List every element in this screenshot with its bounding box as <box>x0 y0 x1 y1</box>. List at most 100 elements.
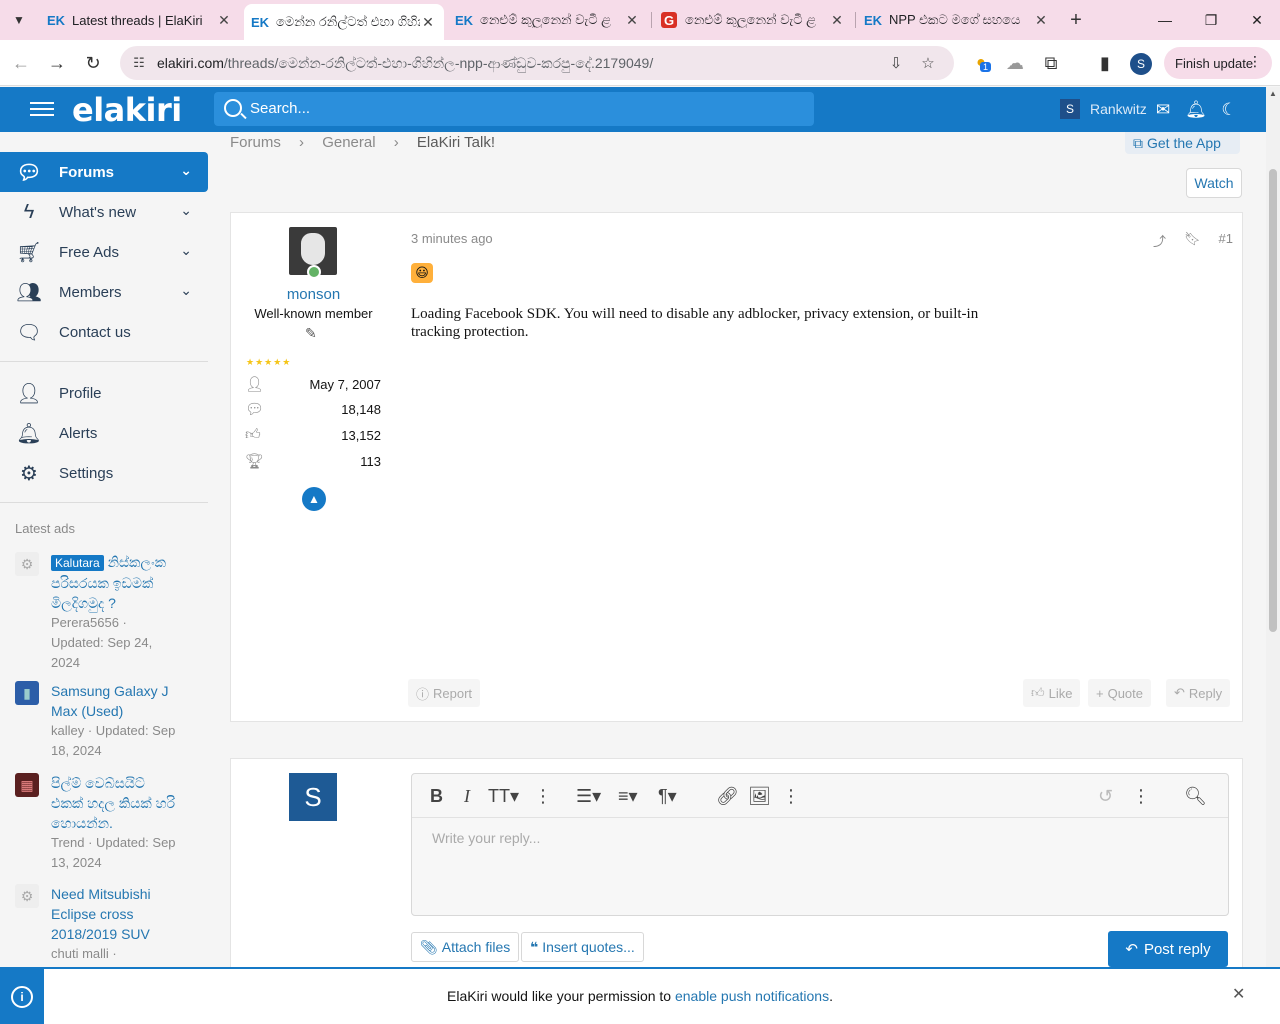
image-icon[interactable]: 🖼︎ <box>748 784 771 808</box>
ad-title[interactable]: Kalutara නිස්කලංක පරිසරයක ඉඩමක් මිලදිගමු… <box>51 552 181 613</box>
browser-tab[interactable]: EK NPP එකට මගේ සහයෙ ✕ <box>857 5 1057 35</box>
sidebar-item-members[interactable]: 👥︎ Members ⌄ <box>0 272 208 312</box>
reply-button[interactable]: ↶ Reply <box>1166 679 1231 707</box>
new-tab-button[interactable]: + <box>1064 8 1088 32</box>
hamburger-menu-icon[interactable] <box>30 99 54 119</box>
reactions-stat: 👍︎ 13,152 <box>245 426 381 443</box>
list-icon[interactable]: ☰▾ <box>576 784 601 808</box>
more-options-icon[interactable]: ⋮ <box>1132 784 1150 808</box>
list-item[interactable]: ⚙ Need Mitsubishi Eclipse cross 2018/201… <box>15 884 195 964</box>
forward-arrow-icon[interactable]: → <box>44 50 70 76</box>
sidebar-item-free-ads[interactable]: 🛒︎ Free Ads ⌄ <box>0 232 208 272</box>
install-app-icon[interactable]: ⇩ <box>885 52 907 74</box>
site-logo[interactable]: elakiri <box>72 91 182 129</box>
collapse-up-icon[interactable]: ▲ <box>302 487 326 511</box>
share-icon[interactable]: ⤴ <box>1153 231 1166 250</box>
italic-icon[interactable]: I <box>464 784 470 808</box>
quote-marks-icon: ❝ <box>530 938 539 955</box>
enable-push-link[interactable]: enable push notifications <box>675 988 829 1004</box>
bookmark-star-icon[interactable]: ☆ <box>917 52 939 74</box>
close-icon[interactable]: ✕ <box>1232 984 1245 1004</box>
close-tab-icon[interactable]: ✕ <box>829 12 845 29</box>
like-button[interactable]: 👍︎ Like <box>1023 679 1081 707</box>
sidebar-item-whats-new[interactable]: ϟ What's new ⌄ <box>0 192 208 232</box>
url-text[interactable]: elakiri.com/threads/මෙන්න-රනිල්ටත්-එහා-ග… <box>157 55 653 72</box>
user-menu[interactable]: S Rankwitz <box>1060 99 1147 119</box>
site-info-icon[interactable]: ☷ <box>130 54 148 72</box>
profile-avatar[interactable]: S <box>1130 53 1152 75</box>
close-tab-icon[interactable]: ✕ <box>1033 12 1049 29</box>
sidebar-divider <box>0 361 208 362</box>
sidebar-item-settings[interactable]: ⚙ Settings <box>0 453 208 493</box>
bookmark-icon[interactable]: 🔖︎ <box>1184 231 1201 250</box>
sidebar-item-alerts[interactable]: 🔔︎ Alerts <box>0 413 208 453</box>
sidebar-item-forums[interactable]: 💬︎ Forums ⌄ <box>0 152 208 192</box>
chevron-down-icon[interactable]: ⌄ <box>180 242 192 259</box>
address-bar[interactable]: ☷ elakiri.com/threads/මෙන්න-රනිල්ටත්-එහා… <box>120 46 954 80</box>
get-the-app-button[interactable]: ⧉ Get the App <box>1125 132 1240 154</box>
browser-tab-active[interactable]: EK මෙන්න රනිල්ටත් එහා ගිහින්ල ✕ <box>244 4 444 40</box>
search-input[interactable]: Search... <box>214 92 814 126</box>
extensions-icon[interactable]: ⧉ <box>1038 50 1064 76</box>
paragraph-icon[interactable]: ¶▾ <box>658 784 677 808</box>
ad-title[interactable]: Samsung Galaxy J Max (Used) <box>51 681 181 721</box>
sidebar-item-profile[interactable]: 👤︎ Profile <box>0 373 208 413</box>
side-panel-icon[interactable]: ▮ <box>1092 50 1118 76</box>
text-size-icon[interactable]: TT▾ <box>488 784 519 808</box>
watch-button[interactable]: Watch <box>1186 168 1242 198</box>
undo-icon[interactable]: ↺ <box>1098 784 1113 808</box>
post-timestamp[interactable]: 3 minutes ago <box>411 231 493 246</box>
breadcrumb-general[interactable]: General <box>322 134 375 151</box>
close-tab-icon[interactable]: ✕ <box>624 12 640 29</box>
more-options-icon[interactable]: ⋮ <box>782 784 800 808</box>
browser-tab[interactable]: EK Latest threads | ElaKiri ✕ <box>40 5 240 35</box>
more-menu-icon[interactable]: ⋮ <box>1248 53 1262 70</box>
dark-mode-moon-icon[interactable]: ☾ <box>1218 99 1240 121</box>
breadcrumb-forums[interactable]: Forums <box>230 134 281 151</box>
post-reply-button[interactable]: ↶ Post reply <box>1108 931 1228 967</box>
link-icon[interactable]: 🔗︎ <box>716 784 739 808</box>
inbox-envelope-icon[interactable]: ✉ <box>1152 99 1174 121</box>
quote-button[interactable]: + Quote <box>1088 679 1152 707</box>
attach-files-button[interactable]: 📎︎ Attach files <box>411 932 520 962</box>
chevron-down-icon[interactable]: ⌄ <box>180 202 192 219</box>
chevron-down-icon[interactable]: ⌄ <box>180 282 192 299</box>
preview-icon[interactable]: 🔍︎ <box>1184 784 1207 808</box>
align-icon[interactable]: ≡▾ <box>618 784 638 808</box>
tab-search-button[interactable]: ▼ <box>6 8 32 32</box>
restore-button[interactable]: ❐ <box>1188 0 1234 40</box>
finish-update-button[interactable]: Finish update ⋮ <box>1164 47 1272 79</box>
post-username[interactable]: monson <box>231 286 396 303</box>
scroll-up-arrow-icon[interactable]: ▲ <box>1269 89 1277 98</box>
list-item[interactable]: ⚙ Kalutara නිස්කලංක පරිසරයක ඉඩමක් මිලදිග… <box>15 552 195 672</box>
close-window-button[interactable]: ✕ <box>1234 0 1280 40</box>
breadcrumb-elakiri-talk[interactable]: ElaKiri Talk! <box>417 134 495 151</box>
reply-editor[interactable]: B I TT▾ ⋮ ☰▾ ≡▾ ¶▾ 🔗︎ 🖼︎ ⋮ ↺ ⋮ 🔍︎ Write … <box>411 773 1229 916</box>
list-item[interactable]: ▮ Samsung Galaxy J Max (Used) kalley · U… <box>15 681 195 761</box>
chevron-down-icon[interactable]: ⌄ <box>180 162 192 179</box>
page-scrollbar[interactable]: ▲ <box>1266 87 1280 967</box>
bold-icon[interactable]: B <box>430 784 443 808</box>
browser-tab[interactable]: G නෙළුම් කුලුනෙන් වැටී ළ ✕ <box>653 5 853 35</box>
insert-quotes-button[interactable]: ❝ Insert quotes... <box>521 932 644 962</box>
extension-icon[interactable]: ●1 <box>968 50 994 76</box>
trophy-icon: 🏆︎ <box>245 453 265 470</box>
list-item[interactable]: ▦ පිල්ම් වෙබ්සයිට් එකක් හදල කියක් හරි හො… <box>15 773 195 873</box>
paperclip-icon: 📎︎ <box>420 938 438 955</box>
browser-tab[interactable]: EK නෙළුම් කුලුනෙන් වැටී ළ ✕ <box>448 5 648 35</box>
more-options-icon[interactable]: ⋮ <box>534 784 552 808</box>
rating-stars-icon: ★★★★★ <box>246 357 292 367</box>
minimize-button[interactable]: — <box>1142 0 1188 40</box>
ad-title[interactable]: පිල්ම් වෙබ්සයිට් එකක් හදල කියක් හරි හොයන… <box>51 773 181 833</box>
post-number[interactable]: #1 <box>1219 231 1233 250</box>
back-arrow-icon[interactable]: ← <box>8 50 34 76</box>
alerts-bell-icon[interactable]: 🔔︎ <box>1185 99 1207 121</box>
sidebar-item-contact-us[interactable]: 🗨︎ Contact us <box>0 312 208 352</box>
ad-title[interactable]: Need Mitsubishi Eclipse cross 2018/2019 … <box>51 884 181 944</box>
close-tab-icon[interactable]: ✕ <box>216 12 232 29</box>
scrollbar-thumb[interactable] <box>1269 169 1277 632</box>
report-button[interactable]: ⓘ Report <box>408 679 481 707</box>
extension-puzzle-alt-icon[interactable]: ☁ <box>1002 50 1028 76</box>
close-tab-icon[interactable]: ✕ <box>420 14 436 31</box>
reload-icon[interactable]: ↻ <box>80 50 106 76</box>
